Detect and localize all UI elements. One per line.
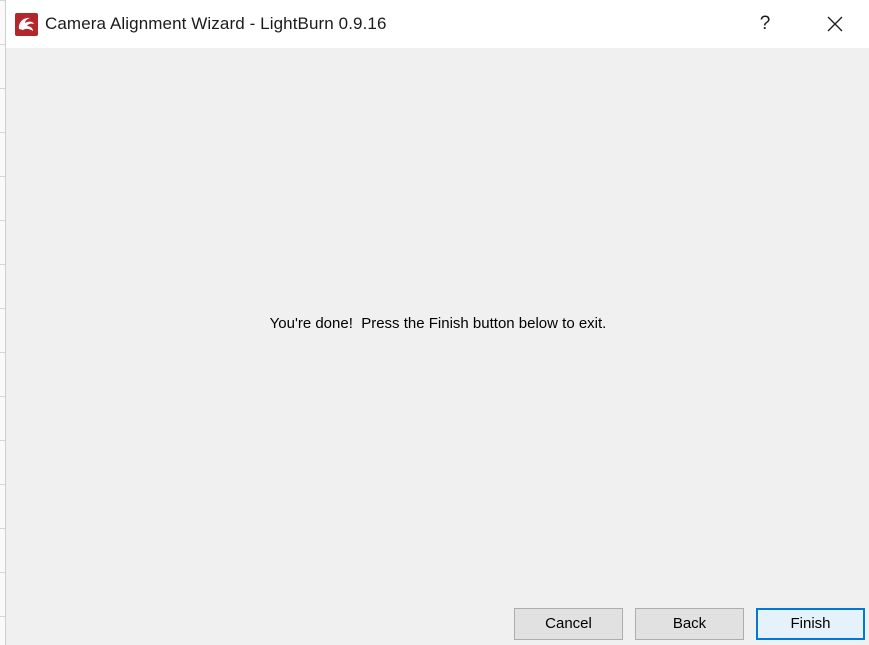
completion-message: You're done! Press the Finish button bel… [269,315,607,332]
cancel-button[interactable]: Cancel [514,608,623,640]
help-icon: ? [759,13,771,34]
lightburn-logo-icon [15,13,38,36]
finish-button[interactable]: Finish [756,608,865,640]
window-title: Camera Alignment Wizard - LightBurn 0.9.… [45,14,387,33]
help-button[interactable]: ? [736,0,794,48]
close-button[interactable] [806,0,864,48]
back-button[interactable]: Back [635,608,744,640]
close-icon [827,16,843,32]
title-bar[interactable]: Camera Alignment Wizard - LightBurn 0.9.… [6,0,869,48]
wizard-page: You're done! Press the Finish button bel… [6,48,869,608]
wizard-dialog: Camera Alignment Wizard - LightBurn 0.9.… [5,0,869,645]
